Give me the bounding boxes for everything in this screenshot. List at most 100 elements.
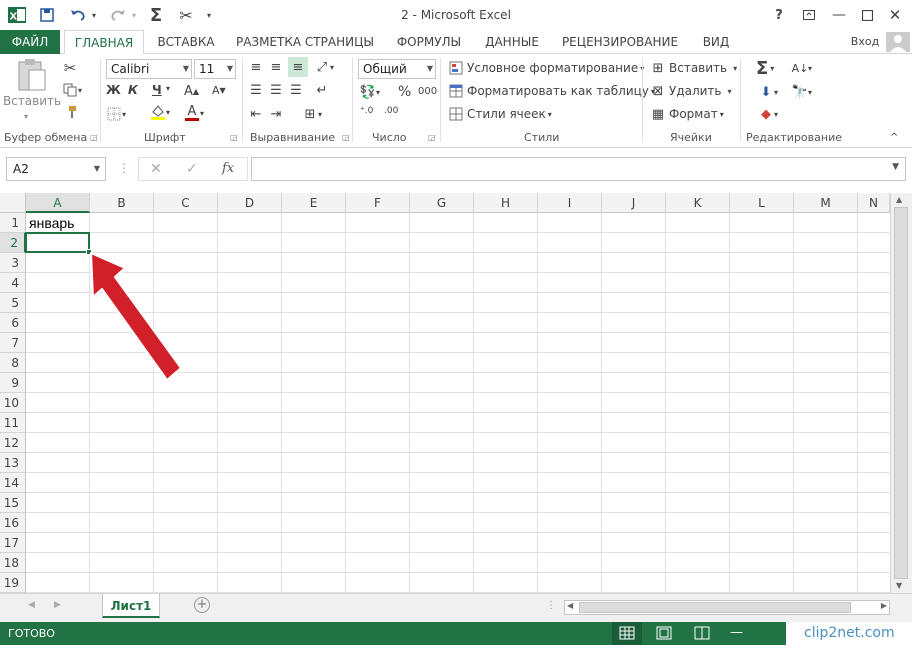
column-header-h[interactable]: H bbox=[474, 193, 538, 213]
insert-function-button[interactable]: fx bbox=[222, 161, 234, 176]
signin-link[interactable]: Вход bbox=[846, 30, 884, 54]
align-left-icon[interactable]: ☰ bbox=[248, 82, 264, 98]
decrease-font-icon[interactable]: A ▼ bbox=[212, 84, 226, 97]
next-sheet-icon[interactable]: ▶ bbox=[54, 600, 61, 610]
sheet-tab-active[interactable]: Лист1 bbox=[102, 594, 160, 618]
column-header-l[interactable]: L bbox=[730, 193, 794, 213]
help-button[interactable]: ? bbox=[766, 5, 792, 25]
align-bottom-icon[interactable]: ≡ bbox=[288, 57, 308, 77]
column-header-m[interactable]: M bbox=[794, 193, 858, 213]
column-header-a[interactable]: A bbox=[26, 193, 90, 213]
row-header-6[interactable]: 6 bbox=[0, 313, 26, 333]
row-header-15[interactable]: 15 bbox=[0, 493, 26, 513]
font-size-select[interactable]: 11 ▼ bbox=[194, 59, 236, 79]
row-header-7[interactable]: 7 bbox=[0, 333, 26, 353]
bold-button[interactable]: Ж bbox=[106, 83, 121, 97]
borders-icon[interactable]: ▾ bbox=[106, 106, 126, 122]
scroll-down-icon[interactable]: ▼ bbox=[896, 581, 902, 590]
column-header-d[interactable]: D bbox=[218, 193, 282, 213]
cut-icon[interactable]: ✂ bbox=[62, 59, 78, 77]
close-icon[interactable]: ✕ bbox=[882, 5, 908, 25]
row-header-19[interactable]: 19 bbox=[0, 573, 26, 593]
select-all-corner[interactable] bbox=[0, 193, 26, 213]
column-header-i[interactable]: I bbox=[538, 193, 602, 213]
minimize-icon[interactable]: — bbox=[826, 5, 852, 25]
vertical-scroll-thumb[interactable] bbox=[894, 207, 908, 579]
expand-formula-icon[interactable]: ▼ bbox=[892, 162, 899, 172]
paste-dropdown-icon[interactable]: ▾ bbox=[24, 112, 28, 121]
scroll-up-icon[interactable]: ▲ bbox=[896, 195, 902, 204]
format-as-table-button[interactable]: Форматировать как таблицу ▾ bbox=[448, 83, 655, 99]
tab-insert[interactable]: ВСТАВКА bbox=[152, 30, 220, 54]
align-middle-icon[interactable]: ≡ bbox=[268, 59, 284, 75]
row-header-3[interactable]: 3 bbox=[0, 253, 26, 273]
cancel-icon[interactable]: ✕ bbox=[150, 161, 162, 177]
tab-review[interactable]: РЕЦЕНЗИРОВАНИЕ bbox=[558, 30, 682, 54]
formula-input[interactable]: ▼ bbox=[251, 157, 906, 181]
ribbon-display-icon[interactable] bbox=[796, 5, 822, 25]
row-header-9[interactable]: 9 bbox=[0, 373, 26, 393]
fill-icon[interactable]: ⬇ ▾ bbox=[758, 84, 778, 100]
prev-sheet-icon[interactable]: ◀ bbox=[28, 600, 35, 610]
decrease-decimal-icon[interactable]: .00 bbox=[384, 106, 398, 116]
horizontal-scrollbar[interactable]: ◀ ▶ bbox=[564, 600, 890, 615]
column-header-c[interactable]: C bbox=[154, 193, 218, 213]
cell-styles-button[interactable]: Стили ячеек ▾ bbox=[448, 106, 552, 122]
wrap-text-icon[interactable]: ↵ bbox=[314, 82, 330, 98]
merge-center-icon[interactable]: ⊞ ▾ bbox=[302, 106, 322, 122]
tab-file[interactable]: ФАЙЛ bbox=[0, 30, 60, 54]
column-header-e[interactable]: E bbox=[282, 193, 346, 213]
maximize-icon[interactable] bbox=[854, 5, 880, 25]
collapse-ribbon-icon[interactable]: ^ bbox=[890, 132, 898, 143]
row-header-13[interactable]: 13 bbox=[0, 453, 26, 473]
tab-home[interactable]: ГЛАВНАЯ bbox=[64, 30, 144, 55]
zoom-out-icon[interactable]: — bbox=[730, 625, 743, 640]
name-box[interactable]: A2 ▼ bbox=[6, 157, 106, 181]
alignment-launcher-icon[interactable]: ◲ bbox=[342, 133, 351, 142]
copy-icon[interactable]: ▾ bbox=[62, 82, 82, 98]
row-header-1[interactable]: 1 bbox=[0, 213, 26, 233]
underline-dropdown-icon[interactable]: ▾ bbox=[166, 84, 170, 93]
row-header-2[interactable]: 2 bbox=[0, 233, 26, 253]
autosum-icon[interactable]: Σ ▾ bbox=[756, 58, 774, 79]
row-header-17[interactable]: 17 bbox=[0, 533, 26, 553]
page-break-view-icon[interactable] bbox=[694, 626, 710, 643]
account-avatar[interactable] bbox=[886, 32, 910, 52]
find-select-icon[interactable]: 🔭 ▾ bbox=[792, 84, 812, 100]
fill-color-icon[interactable]: ▾ bbox=[150, 104, 170, 120]
column-header-b[interactable]: B bbox=[90, 193, 154, 213]
vertical-scrollbar[interactable]: ▲ ▼ bbox=[890, 193, 912, 593]
orientation-icon[interactable]: ⤢ ▾ bbox=[314, 59, 334, 75]
align-top-icon[interactable]: ≡ bbox=[248, 59, 264, 75]
column-header-k[interactable]: K bbox=[666, 193, 730, 213]
enter-icon[interactable]: ✓ bbox=[186, 161, 198, 177]
align-center-icon[interactable]: ☰ bbox=[268, 82, 284, 98]
tab-split-handle-icon[interactable]: ⋮ bbox=[546, 600, 556, 611]
format-painter-icon[interactable] bbox=[62, 104, 78, 120]
tab-formulas[interactable]: ФОРМУЛЫ bbox=[390, 30, 468, 54]
page-layout-view-icon[interactable] bbox=[656, 626, 672, 643]
column-header-j[interactable]: J bbox=[602, 193, 666, 213]
italic-button[interactable]: К bbox=[128, 83, 138, 97]
row-header-4[interactable]: 4 bbox=[0, 273, 26, 293]
paste-button[interactable]: Вставить bbox=[3, 58, 61, 114]
conditional-formatting-button[interactable]: Условное форматирование▾ bbox=[448, 60, 644, 76]
underline-button[interactable]: Ч bbox=[152, 83, 162, 97]
font-launcher-icon[interactable]: ◲ bbox=[230, 133, 239, 142]
thousands-button[interactable]: 000 bbox=[418, 86, 437, 97]
increase-indent-icon[interactable]: ⇥ bbox=[268, 106, 284, 122]
number-launcher-icon[interactable]: ◲ bbox=[428, 133, 437, 142]
column-header-n[interactable]: N bbox=[858, 193, 890, 213]
insert-cells-button[interactable]: ⊞ Вставить ▾ bbox=[650, 60, 738, 76]
clear-icon[interactable]: ◆ ▾ bbox=[758, 106, 778, 122]
row-header-11[interactable]: 11 bbox=[0, 413, 26, 433]
column-header-g[interactable]: G bbox=[410, 193, 474, 213]
cell-a1[interactable]: январь bbox=[26, 213, 90, 233]
clipboard-launcher-icon[interactable]: ◲ bbox=[90, 133, 99, 142]
font-name-select[interactable]: Calibri ▼ bbox=[106, 59, 192, 79]
horizontal-scroll-thumb[interactable] bbox=[579, 602, 851, 613]
scroll-right-icon[interactable]: ▶ bbox=[881, 601, 887, 610]
number-format-select[interactable]: Общий ▼ bbox=[358, 59, 436, 79]
normal-view-icon[interactable] bbox=[612, 622, 642, 645]
row-header-16[interactable]: 16 bbox=[0, 513, 26, 533]
